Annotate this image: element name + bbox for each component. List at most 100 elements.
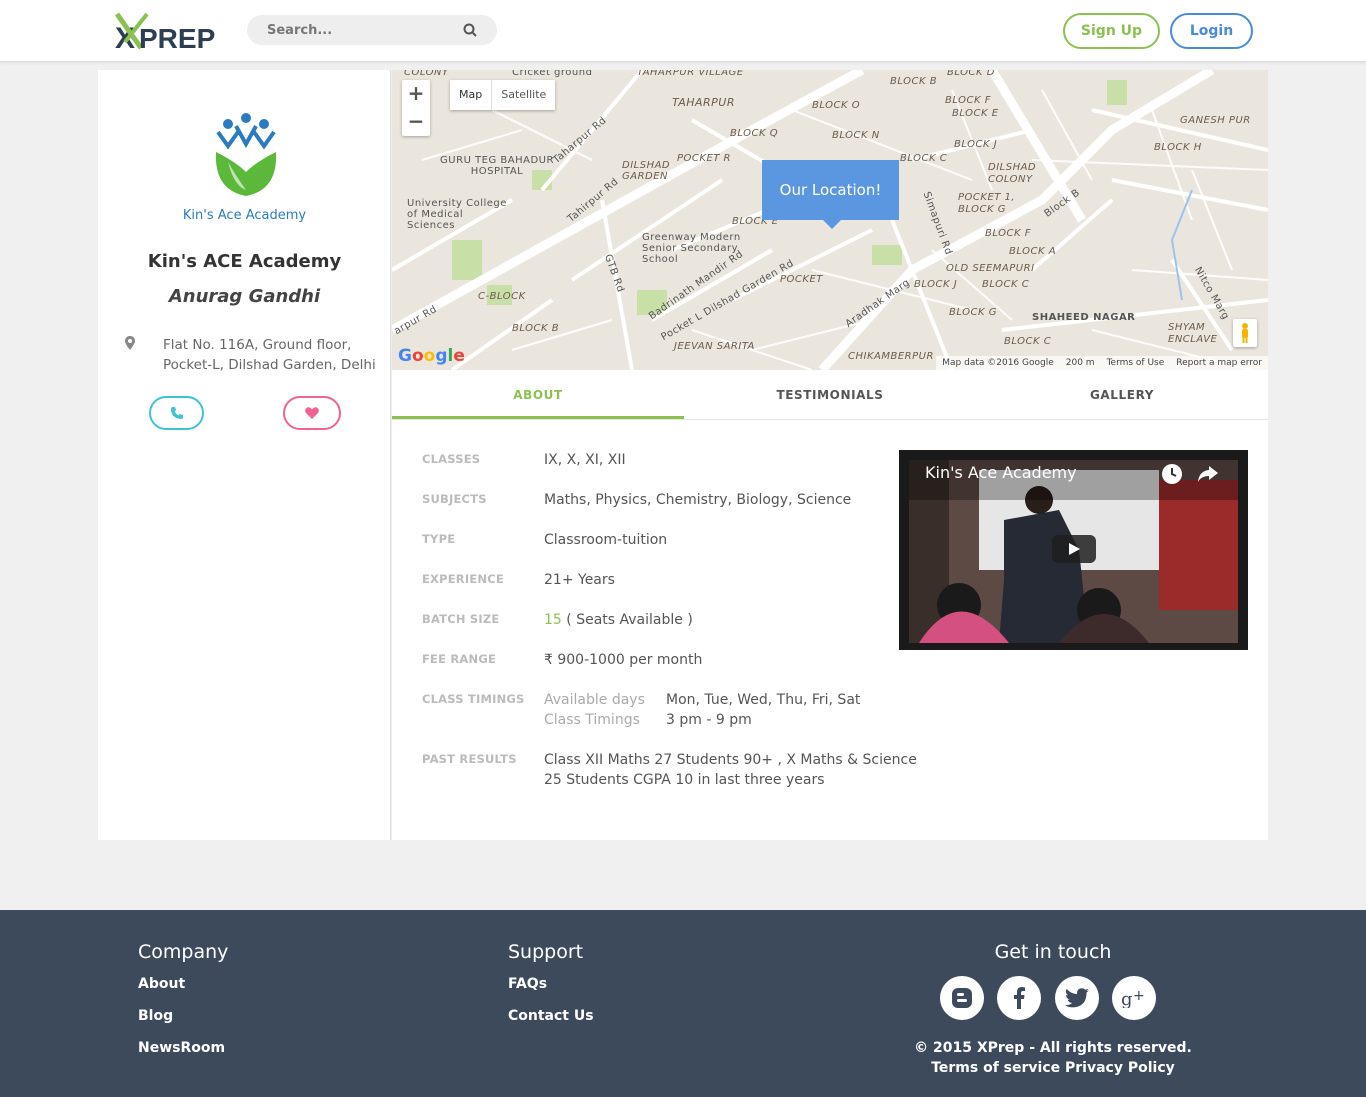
zoom-in-button[interactable]: + [402,80,430,108]
terms-link[interactable]: Terms of service [931,1060,1060,1076]
institute-name: Kin's ACE Academy [147,251,342,272]
map-label: C-BLOCK [478,291,526,302]
map-label: Cricket ground [512,70,593,78]
map-label: BLOCK F [945,95,991,106]
profile-sidebar: Kin's Ace Academy Kin's ACE Academy Anur… [98,70,391,840]
map-label: Greenway Modern Senior Secondary School [642,232,741,265]
results-line-2: 25 Students CGPA 10 in last three years [544,772,825,788]
google-logo: Google [398,346,465,366]
street-view-pegman-icon[interactable] [1233,319,1257,347]
detail-value: Maths, Physics, Chemistry, Biology, Scie… [544,492,852,508]
map-label: BLOCK J [914,279,958,290]
twitter-icon[interactable] [1055,976,1099,1020]
favorite-button[interactable] [283,396,341,430]
map-attribution: Map data ©2016 Google 200 m Terms of Use… [936,356,1268,370]
share-icon[interactable] [1197,464,1219,488]
watch-later-icon[interactable] [1161,463,1183,489]
detail-label: CLASS TIMINGS [422,692,525,706]
map-label: BLOCK G [949,307,997,318]
days-label: Available days [544,692,645,708]
map-label: OLD SEEMAPURI [946,263,1035,274]
location-pin-icon [125,335,135,350]
map-label: BLOCK F [985,228,1031,239]
svg-text:+: + [1133,988,1145,1004]
timings-value: 3 pm - 9 pm [666,712,752,728]
xprep-logo[interactable]: X PREP [114,12,215,55]
site-footer: Company About Blog NewsRoom Support FAQs… [0,910,1366,1097]
video-title: Kin's Ace Academy [925,463,1077,482]
login-button[interactable]: Login [1170,13,1253,49]
map-label: BLOCK C [1004,336,1052,347]
footer-company-title: Company [138,941,229,963]
map-label: University College of Medical Sciences [407,198,507,231]
results-line-1: Class XII Maths 27 Students 90+ , X Math… [544,752,917,768]
detail-label: CLASSES [422,452,481,466]
footer-link-newsroom[interactable]: NewsRoom [138,1040,225,1056]
map-label: SHYAM ENCLAVE [1168,322,1218,345]
footer-link-faqs[interactable]: FAQs [508,976,547,992]
zoom-out-button[interactable]: − [402,108,430,136]
map-label: TAHARPUR VILLAGE [637,70,744,78]
batch-note: ( Seats Available ) [566,612,693,628]
detail-label: EXPERIENCE [422,572,504,586]
address-line-2: Pocket-L, Dilshad Garden, Delhi [163,357,376,373]
map-label: CHIKAMBERPUR [848,351,934,362]
detail-label: FEE RANGE [422,652,497,666]
detail-value: 21+ Years [544,572,615,588]
privacy-link[interactable]: Privacy Policy [1065,1060,1175,1076]
map-label: DILSHAD COLONY [988,162,1037,185]
play-button[interactable] [1052,535,1096,563]
call-button[interactable] [149,396,204,430]
map-label: BLOCK B [512,323,560,334]
detail-value: ₹ 900-1000 per month [544,652,703,668]
video-player[interactable]: Kin's Ace Academy [899,450,1248,650]
map-label: BLOCK O [812,100,861,111]
map-label: BLOCK D [947,70,995,78]
map-type-satellite-button[interactable]: Satellite [491,80,555,110]
tab-gallery[interactable]: GALLERY [976,371,1268,419]
map-label: POCKET [780,274,823,285]
search-bar [247,15,497,45]
map-scale: 200 m [1065,358,1095,368]
map-label: BLOCK A [1009,246,1057,257]
owner-name: Anurag Gandhi [168,286,321,307]
footer-copyright: © 2015 XPrep - All rights reserved. Term… [853,1038,1253,1078]
map-label: GURU TEG BAHADUR HOSPITAL [440,155,554,177]
detail-label: PAST RESULTS [422,752,517,766]
signup-button[interactable]: Sign Up [1063,13,1160,49]
batch-count: 15 [544,612,562,628]
copyright-text: © 2015 XPrep - All rights reserved. [914,1040,1192,1056]
address: Flat No. 116A, Ground floor, Pocket-L, D… [163,335,378,375]
google-plus-icon[interactable]: g + [1112,976,1156,1020]
location-map[interactable]: COLONY Cricket ground TAHARPUR VILLAGE T… [392,70,1268,370]
footer-link-contact[interactable]: Contact Us [508,1008,594,1024]
map-label: POCKET R [677,153,731,164]
map-terms-link[interactable]: Terms of Use [1107,356,1165,370]
timings-label: Class Timings [544,712,640,728]
search-icon[interactable] [463,22,479,38]
heart-icon [305,407,319,419]
detail-label: TYPE [422,532,456,546]
map-label: BLOCK H [1154,142,1202,153]
detail-value: Classroom-tuition [544,532,668,548]
institute-logo-caption: Kin's Ace Academy [182,208,307,223]
facebook-icon[interactable] [997,976,1041,1020]
detail-value: Class XII Maths 27 Students 90+ , X Math… [544,750,917,790]
map-label: JEEVAN SARITA [674,341,755,352]
blogger-icon[interactable] [940,976,984,1020]
map-report-link[interactable]: Report a map error [1176,356,1262,370]
map-label: BLOCK B [890,76,938,87]
footer-link-about[interactable]: About [138,976,185,992]
detail-value: 15 ( Seats Available ) [544,610,693,630]
map-type-map-button[interactable]: Map [450,80,491,110]
map-label: DILSHAD GARDEN [622,160,671,182]
phone-icon [170,407,183,419]
address-line-1: Flat No. 116A, Ground floor, [163,337,352,353]
map-label: TAHARPUR [672,96,736,109]
days-value: Mon, Tue, Wed, Thu, Fri, Sat [666,692,861,708]
footer-link-blog[interactable]: Blog [138,1008,173,1024]
search-input[interactable] [267,21,457,39]
tab-testimonials[interactable]: TESTIMONIALS [684,371,976,419]
tab-about[interactable]: ABOUT [392,371,684,419]
footer-contact-title: Get in touch [994,941,1112,963]
